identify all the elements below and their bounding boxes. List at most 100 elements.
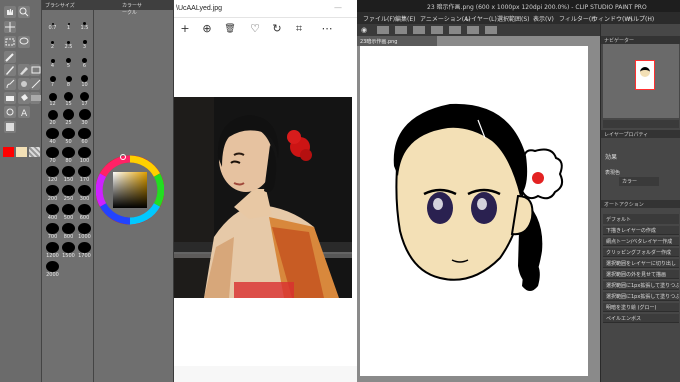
rect-icon[interactable] (30, 64, 41, 76)
brush-size-cell[interactable]: 12 (44, 90, 61, 107)
action-item[interactable]: クリッピングフォルダー作成 (603, 248, 679, 257)
undo-icon[interactable] (431, 26, 443, 34)
action-item[interactable]: 明暗を塗り絵 (グロー) (603, 303, 679, 312)
brush-size-cell[interactable]: 170 (76, 166, 93, 183)
auto-action-set[interactable]: デフォルト (603, 214, 679, 224)
brush-size-cell[interactable]: 2000 (44, 261, 61, 278)
brush-icon[interactable] (4, 78, 16, 90)
transform-icon[interactable] (485, 26, 497, 34)
brush-size-cell[interactable]: 400 (44, 204, 61, 221)
select-icon[interactable] (4, 36, 16, 48)
brush-size-cell[interactable]: 60 (76, 128, 93, 145)
move-icon[interactable] (4, 21, 16, 33)
brush-size-cell[interactable]: 800 (60, 223, 77, 240)
brush-size-cell[interactable]: 5 (60, 52, 77, 69)
brush-size-cell[interactable]: 70 (44, 147, 61, 164)
text-icon[interactable]: A (18, 106, 30, 118)
blend-icon[interactable] (30, 78, 41, 90)
brush-size-cell[interactable]: 80 (60, 147, 77, 164)
brush-size-cell[interactable]: 20 (44, 109, 61, 126)
menu-selection[interactable]: 選択範囲(S) (497, 14, 530, 23)
brush-size-cell[interactable]: 700 (44, 223, 61, 240)
menu-layer[interactable]: レイヤー(L) (465, 14, 497, 23)
brush-size-cell[interactable]: 250 (60, 185, 77, 202)
eraser-icon[interactable] (4, 92, 16, 104)
brush-size-cell[interactable]: 30 (76, 109, 93, 126)
sub-color-swatch[interactable] (16, 147, 27, 157)
eye-icon[interactable]: ◉ (361, 26, 367, 34)
brush-size-cell[interactable]: 40 (44, 128, 61, 145)
color-mode-select[interactable]: カラー (619, 177, 659, 186)
brush-size-cell[interactable]: 1 (60, 14, 77, 31)
menu-filter[interactable]: フィルター(I) (559, 14, 595, 23)
brush-size-cell[interactable]: 3 (76, 33, 93, 50)
action-item[interactable]: 下描きレイヤーの作成 (603, 226, 679, 235)
brush-size-cell[interactable]: 1000 (76, 223, 93, 240)
brush-size-cell[interactable]: 1.5 (76, 14, 93, 31)
zoom-icon[interactable]: ⊕ (200, 22, 214, 36)
hand-icon[interactable] (4, 6, 16, 18)
menu-view[interactable]: 表示(V) (533, 14, 554, 23)
zoom-slider[interactable] (603, 120, 679, 128)
brush-size-cell[interactable]: 50 (60, 128, 77, 145)
brush-size-cell[interactable]: 100 (76, 147, 93, 164)
eyedropper-icon[interactable] (4, 51, 16, 63)
brush-size-cell[interactable]: 1500 (60, 242, 77, 259)
brush-size-cell[interactable]: 300 (76, 185, 93, 202)
brush-size-cell[interactable]: 200 (44, 185, 61, 202)
brush-size-cell[interactable]: 150 (60, 166, 77, 183)
pen-icon[interactable] (4, 64, 16, 76)
brush-size-cell[interactable]: 10 (76, 71, 93, 88)
transparent-swatch[interactable] (29, 147, 40, 157)
drawing-canvas[interactable] (360, 46, 588, 376)
brush-size-cell[interactable]: 120 (44, 166, 61, 183)
lasso-icon[interactable] (18, 36, 30, 48)
correction-icon[interactable] (4, 121, 16, 133)
clear-icon[interactable] (467, 26, 479, 34)
action-item[interactable]: 選択範囲の外を見せて描画 (603, 270, 679, 279)
favorite-icon[interactable]: ♡ (248, 22, 262, 36)
add-icon[interactable]: + (178, 22, 192, 36)
brush-size-cell[interactable]: 7 (44, 71, 61, 88)
brush-size-cell[interactable]: 8 (60, 71, 77, 88)
document-tab[interactable]: 23暗示作画.png (357, 36, 437, 46)
brush-size-cell[interactable]: 6 (76, 52, 93, 69)
brush-size-cell[interactable]: 0.7 (44, 14, 61, 31)
brush-size-cell[interactable]: 1200 (44, 242, 61, 259)
action-item[interactable]: 選択範囲に1px拡張して塗りつぶす (603, 281, 679, 290)
save-icon[interactable] (413, 26, 425, 34)
new-icon[interactable] (377, 26, 389, 34)
navigator-preview[interactable] (603, 44, 679, 118)
menu-animation[interactable]: アニメーション(A) (420, 14, 471, 23)
airbrush-icon[interactable] (18, 78, 30, 90)
rotate-icon[interactable]: ↻ (270, 22, 284, 36)
action-item[interactable]: 選択範囲をレイヤーに切り出し (603, 259, 679, 268)
crop-icon[interactable]: ⌗ (292, 22, 306, 36)
menu-file[interactable]: ファイル(F) (363, 14, 395, 23)
brush-size-cell[interactable]: 2.5 (60, 33, 77, 50)
pencil-icon[interactable] (18, 64, 30, 76)
zoom-icon[interactable] (18, 6, 30, 18)
brush-size-cell[interactable]: 25 (60, 109, 77, 126)
menu-help[interactable]: ヘルプ(H) (627, 14, 654, 23)
brush-size-cell[interactable]: 600 (76, 204, 93, 221)
action-item[interactable]: ペイルエンボス (603, 314, 679, 323)
menu-edit[interactable]: 編集(E) (395, 14, 415, 23)
figure-icon[interactable] (4, 106, 16, 118)
color-wheel[interactable] (96, 150, 164, 230)
gradient-icon[interactable] (30, 92, 41, 104)
minimize-icon[interactable]: — (334, 3, 342, 12)
brush-size-cell[interactable]: 1700 (76, 242, 93, 259)
brush-size-cell[interactable]: 2 (44, 33, 61, 50)
brush-size-cell[interactable]: 15 (60, 90, 77, 107)
more-icon[interactable]: ⋯ (320, 22, 334, 36)
action-item[interactable]: 選択範囲に1px拡張して塗りつぶす (603, 292, 679, 301)
fill-icon[interactable] (18, 92, 30, 104)
main-color-swatch[interactable] (3, 147, 14, 157)
redo-icon[interactable] (449, 26, 461, 34)
action-item[interactable]: 網点トーン/ベタレイヤー作成 (603, 237, 679, 246)
open-icon[interactable] (395, 26, 407, 34)
brush-size-cell[interactable]: 500 (60, 204, 77, 221)
delete-icon[interactable]: 🗑 (223, 22, 237, 36)
brush-size-cell[interactable]: 4 (44, 52, 61, 69)
